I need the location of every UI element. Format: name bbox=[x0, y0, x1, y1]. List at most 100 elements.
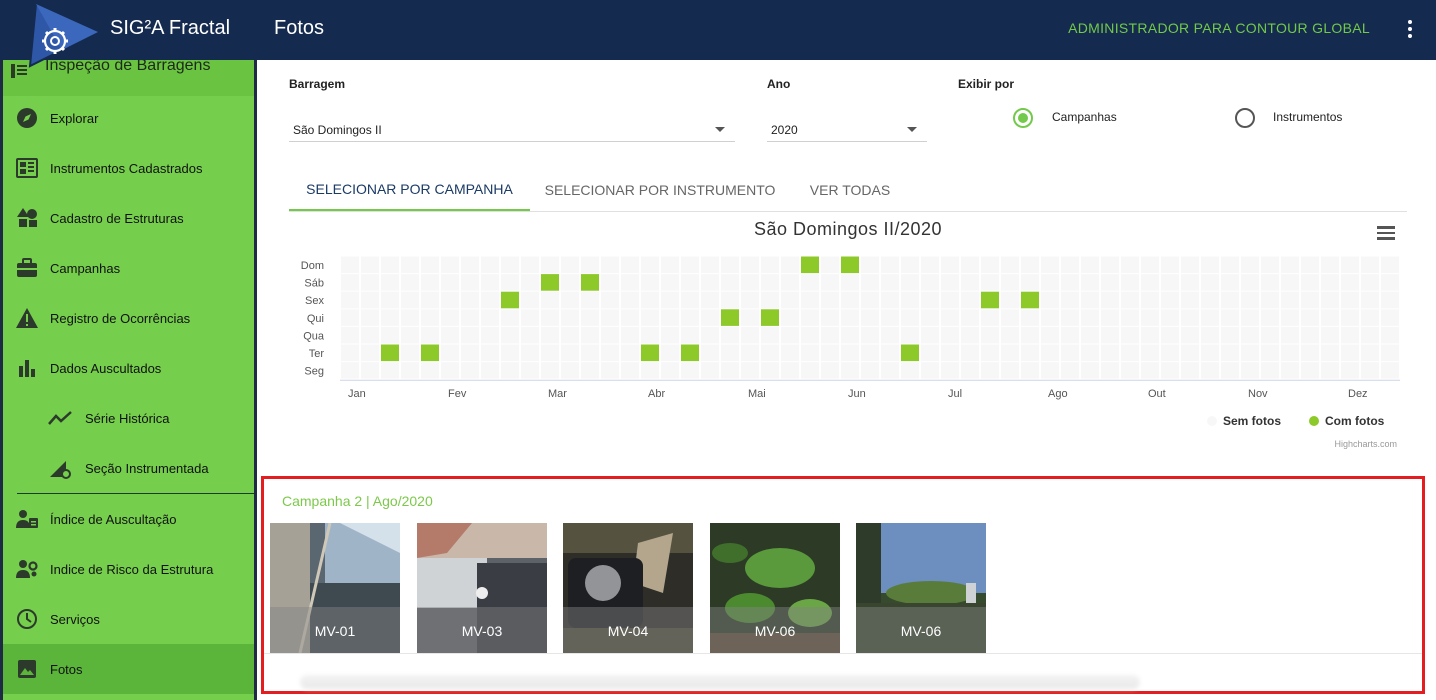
heatmap-photo-cell[interactable] bbox=[801, 256, 819, 274]
sidebar-item-secao-instrumentada[interactable]: Seção Instrumentada bbox=[3, 443, 254, 493]
sidebar-item-indice-risco[interactable]: Indice de Risco da Estrutura bbox=[3, 544, 254, 594]
photo-thumb[interactable]: MV-06 bbox=[856, 523, 986, 653]
sidebar-item-fotos[interactable]: Fotos bbox=[3, 644, 254, 694]
heatmap-empty-cell bbox=[581, 362, 599, 379]
sidebar: Inspeção de Barragens Explorar Instrumen… bbox=[0, 60, 257, 700]
heatmap-empty-cell bbox=[361, 291, 379, 309]
app-brand[interactable]: SIG²A Fractal bbox=[110, 17, 230, 40]
heatmap-empty-cell bbox=[1281, 274, 1299, 291]
heatmap-empty-cell bbox=[1201, 274, 1219, 291]
heatmap-empty-cell bbox=[1361, 344, 1379, 362]
heatmap-empty-cell bbox=[1241, 291, 1259, 309]
heatmap-empty-cell bbox=[1241, 362, 1259, 379]
heatmap-photo-cell[interactable] bbox=[1021, 291, 1039, 309]
x-tick-label: Mar bbox=[548, 388, 567, 400]
sidebar-item-dados-auscultados[interactable]: Dados Auscultados bbox=[3, 343, 254, 393]
heatmap-empty-cell bbox=[1121, 291, 1139, 309]
heatmap-empty-cell bbox=[461, 326, 479, 344]
heatmap-empty-cell bbox=[721, 344, 739, 362]
heatmap-photo-cell[interactable] bbox=[981, 291, 999, 309]
heatmap-empty-cell bbox=[1141, 326, 1159, 344]
heatmap-photo-cell[interactable] bbox=[581, 274, 599, 291]
heatmap-empty-cell bbox=[1121, 256, 1139, 274]
radio-campanhas-label[interactable]: Campanhas bbox=[1052, 110, 1117, 124]
heatmap-empty-cell bbox=[921, 291, 939, 309]
photo-thumb[interactable]: MV-06 bbox=[710, 523, 840, 653]
heatmap-photo-cell[interactable] bbox=[641, 344, 659, 362]
heatmap-empty-cell bbox=[1221, 362, 1239, 379]
heatmap-empty-cell bbox=[361, 274, 379, 291]
photo-thumb[interactable]: MV-03 bbox=[417, 523, 547, 653]
heatmap-empty-cell bbox=[541, 326, 559, 344]
app-logo bbox=[28, 2, 101, 68]
heatmap-empty-cell bbox=[841, 291, 859, 309]
heatmap-empty-cell bbox=[441, 274, 459, 291]
heatmap-empty-cell bbox=[1001, 309, 1019, 326]
heatmap-photo-cell[interactable] bbox=[501, 291, 519, 309]
y-tick-label: Dom bbox=[301, 260, 324, 272]
sidebar-item-servicos[interactable]: Serviços bbox=[3, 594, 254, 644]
radio-campanhas[interactable] bbox=[1013, 108, 1033, 128]
tab-campanha[interactable]: SELECIONAR POR CAMPANHA bbox=[289, 168, 530, 211]
legend-com-fotos[interactable]: Com fotos bbox=[1325, 414, 1385, 428]
sidebar-item-campanhas[interactable]: Campanhas bbox=[3, 243, 254, 293]
heatmap-empty-cell bbox=[821, 291, 839, 309]
heatmap-photo-cell[interactable] bbox=[841, 256, 859, 274]
heatmap-empty-cell bbox=[481, 344, 499, 362]
sidebar-item-indice-auscultacao[interactable]: Índice de Auscultação bbox=[3, 494, 254, 544]
sidebar-item-serie-historica[interactable]: Série Histórica bbox=[3, 393, 254, 443]
heatmap-empty-cell bbox=[801, 362, 819, 379]
heatmap-empty-cell bbox=[1001, 344, 1019, 362]
heatmap-empty-cell bbox=[841, 362, 859, 379]
sidebar-item-explorar[interactable]: Explorar bbox=[3, 93, 254, 143]
heatmap-empty-cell bbox=[581, 344, 599, 362]
heatmap-empty-cell bbox=[761, 344, 779, 362]
heatmap-photo-cell[interactable] bbox=[541, 274, 559, 291]
sidebar-item-ocorrencias[interactable]: Registro de Ocorrências bbox=[3, 293, 254, 343]
radio-instrumentos-label[interactable]: Instrumentos bbox=[1273, 110, 1342, 124]
heatmap-empty-cell bbox=[541, 291, 559, 309]
heatmap-empty-cell bbox=[1281, 309, 1299, 326]
heatmap-empty-cell bbox=[1341, 309, 1359, 326]
heatmap-empty-cell bbox=[601, 256, 619, 274]
heatmap-photo-cell[interactable] bbox=[381, 344, 399, 362]
tab-instrumento[interactable]: SELECIONAR POR INSTRUMENTO bbox=[530, 168, 790, 211]
heatmap-photo-cell[interactable] bbox=[761, 309, 779, 326]
sidebar-item-cadastro-estruturas[interactable]: Cadastro de Estruturas bbox=[3, 193, 254, 243]
heatmap-empty-cell bbox=[701, 291, 719, 309]
x-tick-label: Fev bbox=[448, 388, 467, 400]
user-name[interactable]: ADMINISTRADOR PARA CONTOUR GLOBAL bbox=[1068, 20, 1370, 36]
heatmap-empty-cell bbox=[621, 274, 639, 291]
heatmap-empty-cell bbox=[741, 309, 759, 326]
photo-thumb[interactable]: MV-04 bbox=[563, 523, 693, 653]
heatmap-empty-cell bbox=[1321, 326, 1339, 344]
tab-ver-todas[interactable]: VER TODAS bbox=[790, 168, 910, 211]
heatmap-empty-cell bbox=[1341, 256, 1359, 274]
heatmap-empty-cell bbox=[1061, 362, 1079, 379]
heatmap-photo-cell[interactable] bbox=[901, 344, 919, 362]
heatmap-empty-cell bbox=[841, 274, 859, 291]
heatmap-empty-cell bbox=[501, 344, 519, 362]
heatmap-photo-cell[interactable] bbox=[721, 309, 739, 326]
ano-select[interactable]: 2020 bbox=[767, 116, 927, 142]
sidebar-item-label: Serviços bbox=[50, 611, 100, 627]
heatmap-empty-cell bbox=[1381, 291, 1399, 309]
heatmap-empty-cell bbox=[1181, 256, 1199, 274]
compass-icon bbox=[15, 106, 39, 130]
more-vert-icon[interactable] bbox=[1402, 16, 1418, 42]
legend-sem-fotos[interactable]: Sem fotos bbox=[1223, 414, 1281, 428]
heatmap-photo-cell[interactable] bbox=[421, 344, 439, 362]
heatmap-empty-cell bbox=[1321, 344, 1339, 362]
chart-credits[interactable]: Highcharts.com bbox=[1334, 439, 1397, 449]
heatmap-empty-cell bbox=[1281, 344, 1299, 362]
heatmap-empty-cell bbox=[1381, 362, 1399, 379]
heatmap-photo-cell[interactable] bbox=[681, 344, 699, 362]
barragem-select[interactable]: São Domingos II bbox=[289, 116, 735, 142]
heatmap-empty-cell bbox=[901, 362, 919, 379]
y-tick-label: Ter bbox=[309, 348, 325, 360]
heatmap-empty-cell bbox=[1081, 344, 1099, 362]
heatmap-empty-cell bbox=[1321, 362, 1339, 379]
photo-thumb[interactable]: MV-01 bbox=[270, 523, 400, 653]
radio-instrumentos[interactable] bbox=[1235, 108, 1255, 128]
sidebar-item-instrumentos[interactable]: Instrumentos Cadastrados bbox=[3, 143, 254, 193]
